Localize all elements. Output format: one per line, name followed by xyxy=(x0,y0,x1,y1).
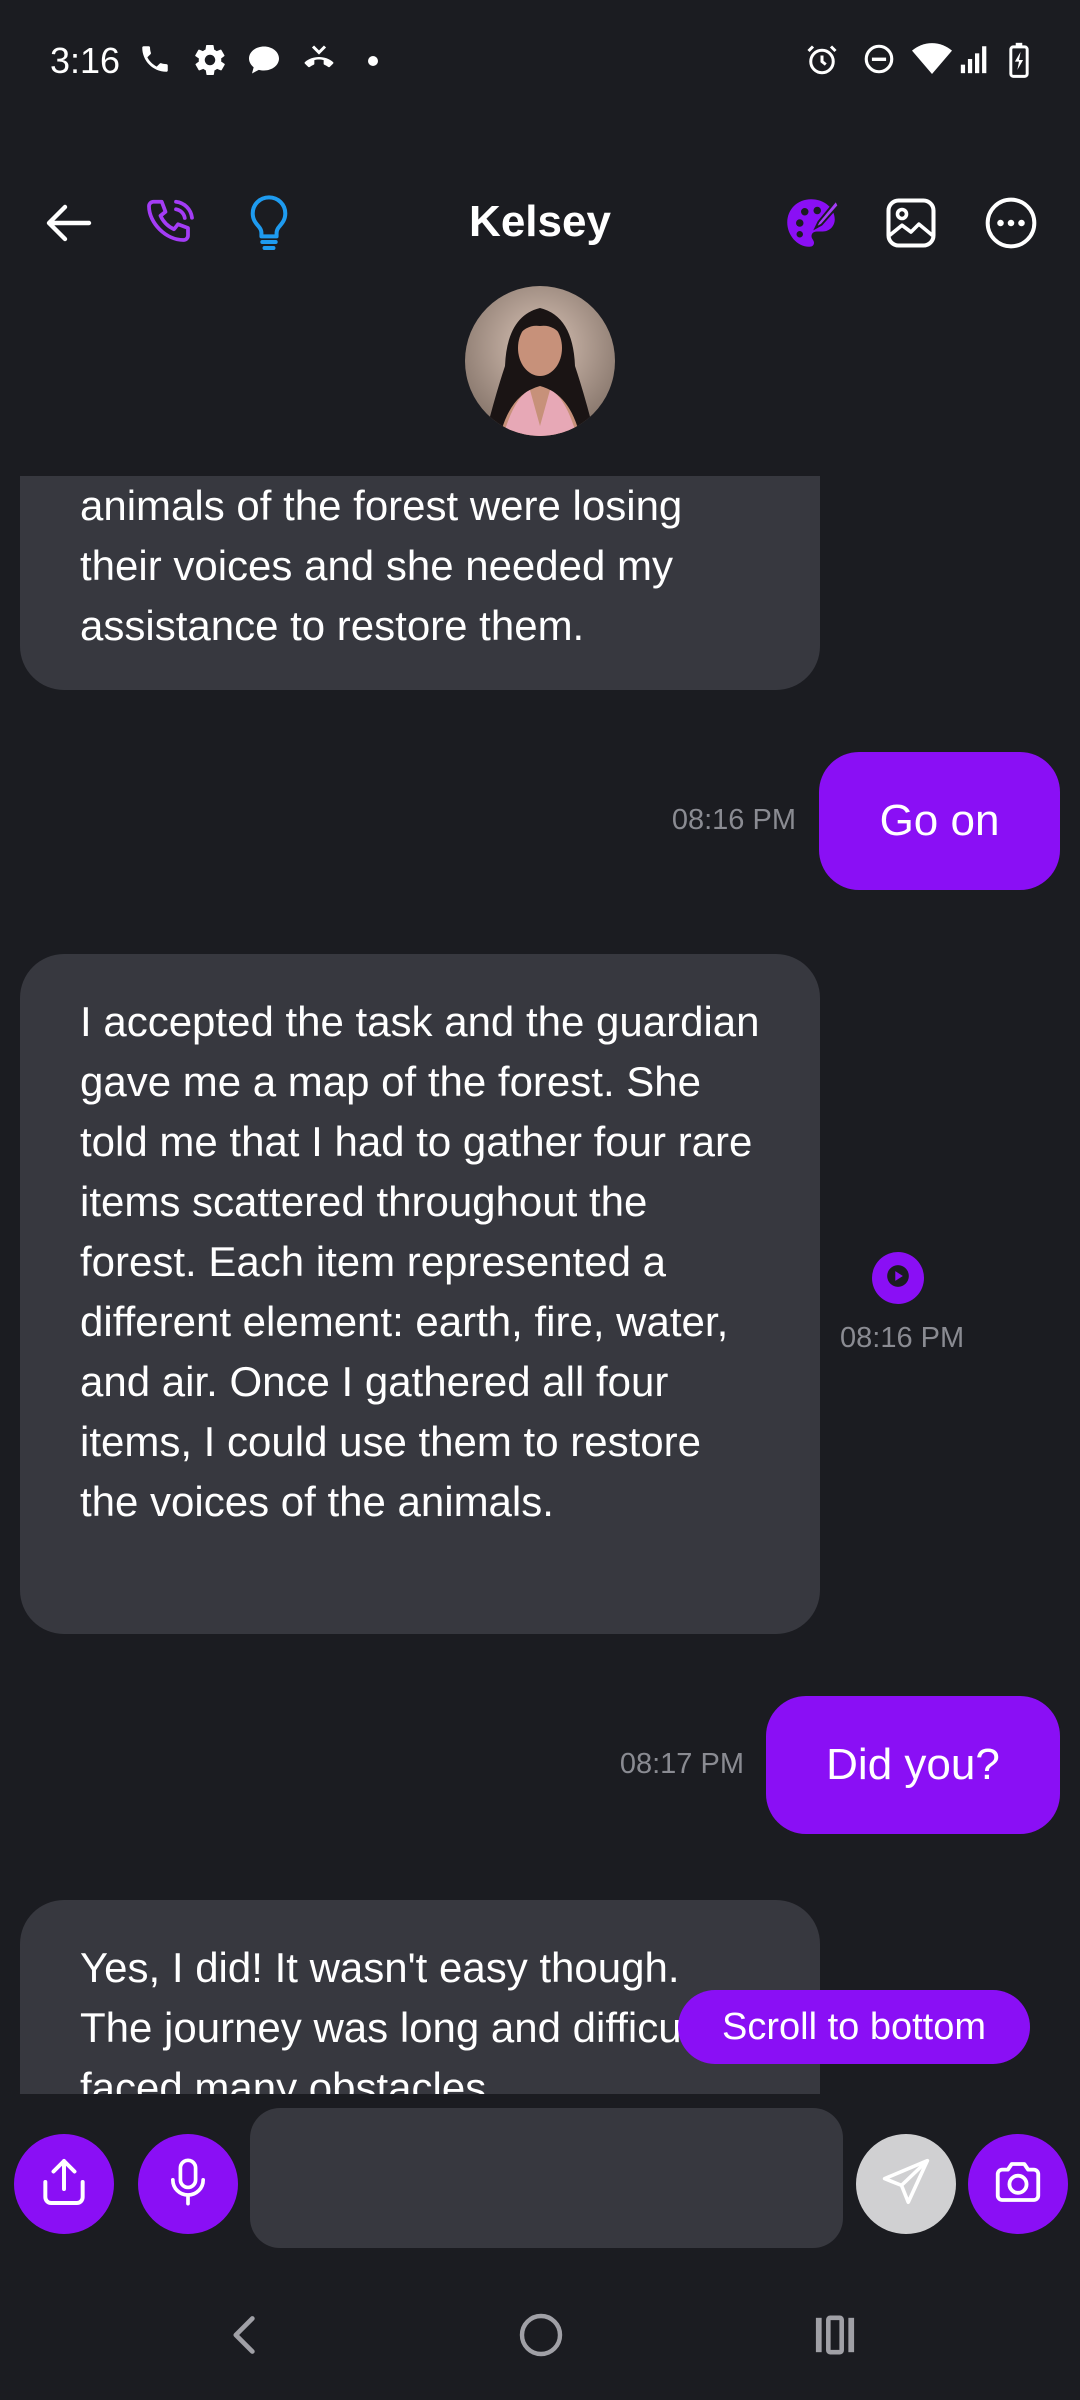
signal-icon xyxy=(958,42,992,76)
more-icon xyxy=(983,195,1039,256)
incoming-message: animals of the forest were losing their … xyxy=(20,476,820,690)
camera-button[interactable] xyxy=(968,2134,1068,2234)
alarm-icon xyxy=(804,42,840,78)
avatar[interactable] xyxy=(465,286,615,436)
phone-icon xyxy=(138,42,172,76)
do-not-disturb-icon xyxy=(862,42,896,76)
microphone-button[interactable] xyxy=(138,2134,238,2234)
message-list[interactable]: animals of the forest were losing their … xyxy=(0,476,1080,2094)
nav-home-button[interactable] xyxy=(486,2274,596,2400)
nav-recents-button[interactable] xyxy=(780,2274,890,2400)
back-button[interactable] xyxy=(24,175,114,275)
theme-button[interactable] xyxy=(766,175,856,275)
outgoing-message: Go on xyxy=(819,752,1060,890)
voice-call-button[interactable] xyxy=(126,175,216,275)
status-bar: 3:16 xyxy=(0,0,1080,125)
send-button[interactable] xyxy=(856,2134,956,2234)
message-timestamp: 08:17 PM xyxy=(619,1748,744,1780)
palette-icon xyxy=(781,193,841,258)
message-text: I accepted the task and the guardian gav… xyxy=(80,998,760,1525)
message-text: animals of the forest were losing their … xyxy=(80,482,683,649)
microphone-icon xyxy=(162,2156,214,2213)
outgoing-message: Did you? xyxy=(766,1696,1060,1834)
message-input[interactable] xyxy=(250,2108,843,2248)
phone-call-icon xyxy=(141,193,201,258)
hint-button[interactable] xyxy=(224,175,314,275)
back-nav-icon xyxy=(225,2313,265,2362)
message-input-bar xyxy=(0,2094,1080,2274)
share-button[interactable] xyxy=(14,2134,114,2234)
lightbulb-icon xyxy=(245,194,293,257)
chat-icon xyxy=(246,42,282,78)
nav-back-button[interactable] xyxy=(190,2274,300,2400)
message-text: Go on xyxy=(879,796,1000,845)
message-text: Yes, I did! It wasn't easy though. The j… xyxy=(80,1944,738,2094)
home-nav-icon xyxy=(517,2311,565,2364)
gallery-button[interactable] xyxy=(866,175,956,275)
scroll-to-bottom-button[interactable]: Scroll to bottom xyxy=(678,1990,1030,2064)
missed-call-icon xyxy=(300,42,338,78)
back-arrow-icon xyxy=(45,203,93,248)
dot-icon xyxy=(368,56,378,66)
message-timestamp: 08:16 PM xyxy=(671,804,796,836)
play-icon xyxy=(885,1263,911,1294)
message-text: Did you? xyxy=(826,1740,1000,1789)
incoming-message: I accepted the task and the guardian gav… xyxy=(20,954,820,1634)
send-icon xyxy=(879,2155,933,2214)
recents-nav-icon xyxy=(812,2314,858,2361)
chat-title: Kelsey xyxy=(469,197,611,246)
play-audio-button[interactable] xyxy=(872,1252,924,1304)
image-icon xyxy=(884,196,938,255)
camera-icon xyxy=(991,2155,1045,2214)
battery-icon xyxy=(1008,42,1030,78)
chat-header: Kelsey xyxy=(0,175,1080,285)
wifi-icon xyxy=(912,42,952,76)
gear-icon xyxy=(192,42,228,78)
status-time: 3:16 xyxy=(50,40,121,81)
more-options-button[interactable] xyxy=(966,175,1056,275)
chat-screen: 3:16 Kelsey animals of the forest were l… xyxy=(0,0,1080,2400)
system-nav-bar xyxy=(0,2274,1080,2400)
share-icon xyxy=(36,2154,92,2215)
message-timestamp: 08:16 PM xyxy=(840,1322,965,1354)
